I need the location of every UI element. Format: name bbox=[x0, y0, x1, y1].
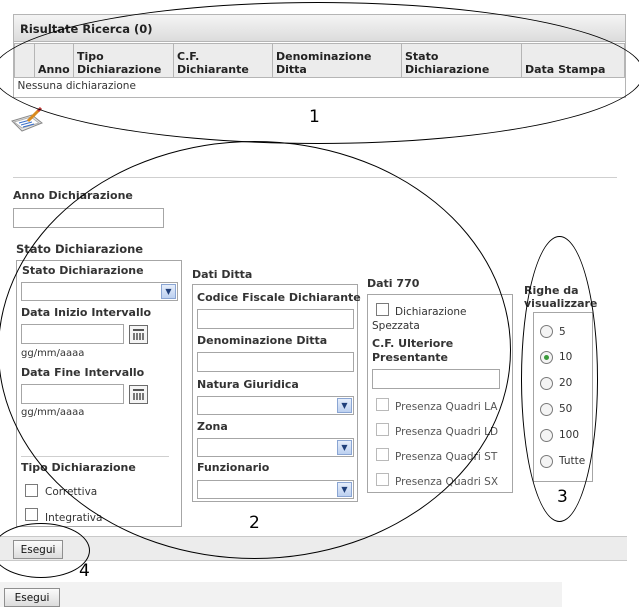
chevron-down-icon[interactable]: ▼ bbox=[337, 398, 352, 413]
cf-ulteriore-label-2: Presentante bbox=[372, 351, 449, 364]
empty-message: Nessuna dichiarazione bbox=[17, 80, 136, 92]
quadri-sx-checkbox[interactable] bbox=[376, 473, 389, 486]
cf-ulteriore-input[interactable] bbox=[372, 369, 500, 389]
anno-input[interactable] bbox=[13, 208, 164, 228]
integrativa-label: Integrativa bbox=[45, 512, 103, 524]
col-stato-dichiarazione[interactable]: Stato Dichiarazione bbox=[401, 43, 522, 78]
col-data-stampa[interactable]: Data Stampa bbox=[521, 43, 625, 78]
quadri-la-checkbox[interactable] bbox=[376, 398, 389, 411]
natura-select[interactable]: ▼ bbox=[197, 396, 354, 415]
quadri-sx-label: Presenza Quadri SX bbox=[395, 476, 499, 488]
data-inizio-hint: gg/mm/aaaa bbox=[21, 348, 85, 359]
col-denominazione-ditta[interactable]: Denominazione Ditta bbox=[272, 43, 402, 78]
righe-label-50: 50 bbox=[559, 403, 573, 415]
annotation-number-1: 1 bbox=[309, 107, 320, 127]
dati-ditta-title: Dati Ditta bbox=[192, 268, 253, 281]
annotation-number-2: 2 bbox=[249, 513, 260, 533]
print-icon[interactable] bbox=[10, 106, 44, 135]
righe-radio-50[interactable] bbox=[540, 403, 553, 416]
righe-label-100: 100 bbox=[559, 429, 580, 441]
results-panel: Risultate Ricerca (0) Anno Tipo Dichiara… bbox=[13, 14, 626, 98]
bottom-bar bbox=[0, 582, 562, 607]
data-fine-label: Data Fine Intervallo bbox=[21, 366, 145, 379]
data-fine-hint: gg/mm/aaaa bbox=[21, 407, 85, 418]
stato-select[interactable]: ▼ bbox=[21, 282, 178, 301]
dati-770-title: Dati 770 bbox=[367, 277, 420, 290]
chevron-down-icon[interactable]: ▼ bbox=[161, 284, 176, 299]
quadri-ld-label: Presenza Quadri LD bbox=[395, 426, 499, 438]
tipo-label: Tipo Dichiarazione bbox=[21, 461, 136, 474]
correttiva-label: Correttiva bbox=[45, 486, 98, 498]
righe-radio-tutte[interactable] bbox=[540, 455, 553, 468]
zona-label: Zona bbox=[197, 420, 228, 433]
anno-label: Anno Dichiarazione bbox=[13, 189, 133, 202]
stato-label: Stato Dichiarazione bbox=[22, 264, 144, 277]
col-anno[interactable]: Anno bbox=[34, 43, 74, 78]
data-inizio-input[interactable] bbox=[21, 324, 124, 344]
quadri-st-checkbox[interactable] bbox=[376, 448, 389, 461]
denominazione-label: Denominazione Ditta bbox=[197, 334, 328, 347]
table-row: Nessuna dichiarazione bbox=[15, 78, 625, 95]
stato-divider bbox=[21, 456, 169, 457]
data-inizio-label: Data Inizio Intervallo bbox=[21, 306, 152, 319]
chevron-down-icon[interactable]: ▼ bbox=[337, 482, 352, 497]
divider bbox=[13, 177, 617, 178]
action-bar bbox=[0, 536, 627, 561]
righe-radio-100[interactable] bbox=[540, 429, 553, 442]
righe-label-10: 10 bbox=[559, 351, 573, 363]
cf-dichiarante-label: Codice Fiscale Dichiarante bbox=[197, 291, 361, 304]
esegui-button[interactable]: Esegui bbox=[13, 540, 63, 559]
chevron-down-icon[interactable]: ▼ bbox=[337, 440, 352, 455]
quadri-la-label: Presenza Quadri LA bbox=[395, 401, 498, 413]
funzionario-select[interactable]: ▼ bbox=[197, 480, 354, 499]
denominazione-input[interactable] bbox=[197, 352, 354, 372]
righe-label-5: 5 bbox=[559, 326, 566, 338]
zona-select[interactable]: ▼ bbox=[197, 438, 354, 457]
righe-radio-10[interactable] bbox=[540, 351, 553, 364]
correttiva-checkbox[interactable] bbox=[25, 484, 38, 497]
calendar-icon[interactable] bbox=[129, 325, 148, 344]
spezzata-label-2: Spezzata bbox=[372, 320, 420, 332]
righe-radio-5[interactable] bbox=[540, 325, 553, 338]
spezzata-label-1: Dichiarazione bbox=[395, 306, 467, 318]
calendar-icon[interactable] bbox=[129, 385, 148, 404]
natura-label: Natura Giuridica bbox=[197, 378, 299, 391]
cf-dichiarante-input[interactable] bbox=[197, 309, 354, 329]
righe-title-2: visualizzare bbox=[524, 297, 598, 310]
stato-section-title: Stato Dichiarazione bbox=[16, 242, 144, 256]
annotation-number-4: 4 bbox=[79, 561, 90, 581]
results-header-row: Anno Tipo Dichiarazione C.F. Dichiarante… bbox=[14, 43, 625, 78]
righe-title-1: Righe da bbox=[524, 284, 579, 297]
funzionario-label: Funzionario bbox=[197, 461, 270, 474]
spezzata-checkbox[interactable] bbox=[376, 303, 389, 316]
results-table: Anno Tipo Dichiarazione C.F. Dichiarante… bbox=[14, 43, 625, 94]
col-tipo-dichiarazione[interactable]: Tipo Dichiarazione bbox=[73, 43, 174, 78]
results-title: Risultate Ricerca (0) bbox=[14, 15, 625, 42]
quadri-ld-checkbox[interactable] bbox=[376, 423, 389, 436]
righe-radio-20[interactable] bbox=[540, 377, 553, 390]
quadri-st-label: Presenza Quadri ST bbox=[395, 451, 498, 463]
integrativa-checkbox[interactable] bbox=[25, 508, 38, 521]
esegui-button-bottom[interactable]: Esegui bbox=[4, 588, 60, 607]
righe-label-tutte: Tutte bbox=[559, 455, 586, 467]
data-fine-input[interactable] bbox=[21, 384, 124, 404]
cf-ulteriore-label-1: C.F. Ulteriore bbox=[372, 337, 454, 350]
righe-label-20: 20 bbox=[559, 377, 573, 389]
col-cf-dichiarante[interactable]: C.F. Dichiarante bbox=[173, 43, 273, 78]
annotation-number-3: 3 bbox=[557, 487, 568, 507]
col-blank bbox=[14, 43, 35, 78]
